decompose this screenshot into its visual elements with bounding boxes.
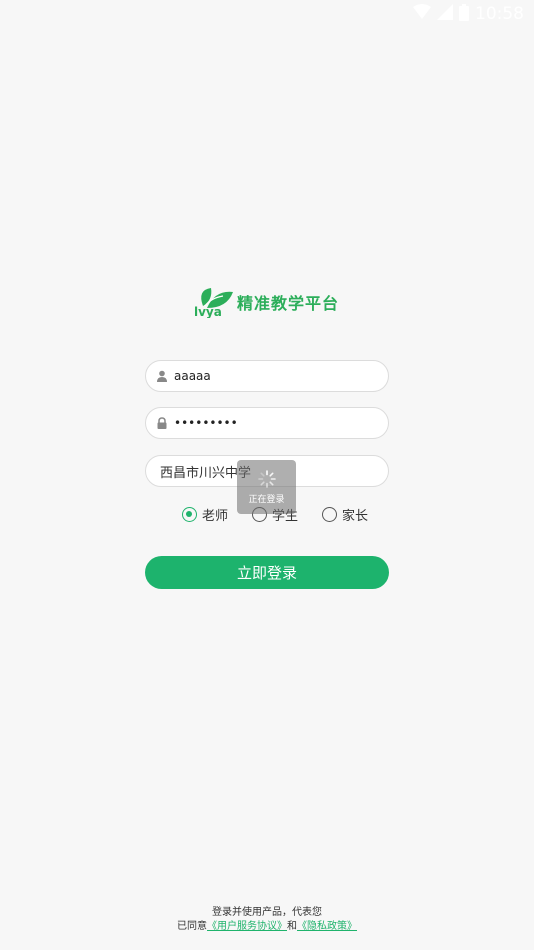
login-button[interactable]: 立即登录 (145, 556, 389, 589)
username-value: aaaaa (174, 369, 211, 383)
app-title: 精准教学平台 (237, 294, 340, 313)
privacy-policy-link[interactable]: 《隐私政策》 (297, 921, 357, 932)
status-bar: 10:58 (0, 0, 534, 28)
wifi-icon (413, 4, 431, 24)
user-icon (156, 370, 168, 382)
role-teacher-label: 老师 (202, 508, 229, 524)
leaf-logo-icon: lvya (194, 288, 233, 318)
agree-prefix: 已同意 (177, 921, 207, 932)
status-time: 10:58 (475, 4, 524, 24)
role-teacher[interactable]: 老师 (182, 505, 228, 524)
footer-line1: 登录并使用产品，代表您 (212, 907, 322, 918)
spinner-icon (257, 469, 276, 488)
battery-icon (459, 3, 469, 25)
logo-mark-text: lvya (194, 305, 222, 318)
role-parent-label: 家长 (342, 508, 369, 524)
status-icons: 10:58 (413, 3, 524, 25)
loading-text: 正在登录 (248, 494, 285, 505)
app-logo: lvya 精准教学平台 (193, 286, 339, 318)
and-text: 和 (287, 921, 297, 932)
footer-line2: 已同意《用户服务协议》和《隐私政策》 (0, 920, 534, 934)
loading-toast: 正在登录 (237, 460, 296, 514)
lock-icon (156, 417, 168, 429)
role-parent[interactable]: 家长 (322, 505, 368, 524)
username-field[interactable]: aaaaa (145, 360, 389, 392)
radio-parent[interactable] (322, 506, 338, 522)
password-value: ••••••••• (174, 416, 238, 430)
signal-icon (437, 4, 453, 24)
agreement-footer: 登录并使用产品，代表您 已同意《用户服务协议》和《隐私政策》 (0, 906, 534, 934)
radio-teacher[interactable] (182, 506, 197, 522)
user-agreement-link[interactable]: 《用户服务协议》 (207, 921, 287, 932)
password-field[interactable]: ••••••••• (145, 407, 389, 439)
